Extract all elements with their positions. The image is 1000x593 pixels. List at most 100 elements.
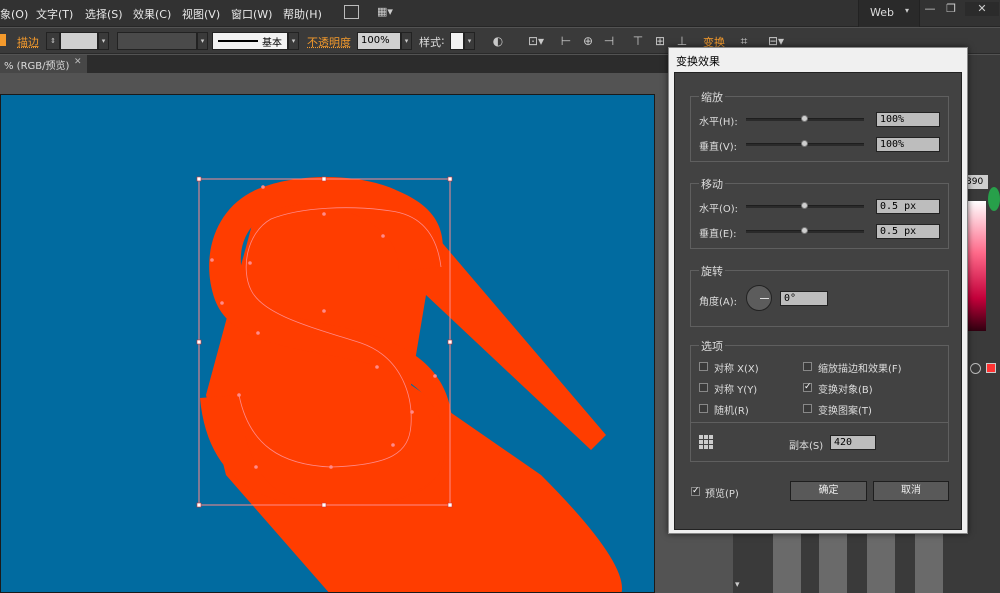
panel-shape [867, 534, 895, 593]
panel-circle-icon[interactable] [970, 363, 981, 374]
menu-bar: 象(O) 文字(T) 选择(S) 效果(C) 视图(V) 窗口(W) 帮助(H)… [0, 0, 1000, 27]
document-tab-bar [0, 55, 670, 73]
opacity-label[interactable]: 不透明度 [307, 34, 351, 50]
workspace-switcher[interactable]: Web ▾ [858, 0, 920, 27]
scale-horizontal-label: 水平(H): [699, 117, 738, 128]
reflect-y-label: 对称 Y(Y) [714, 385, 758, 396]
stroke-label[interactable]: 描边 [17, 34, 39, 50]
copies-label: 副本(S) [789, 441, 824, 452]
brush-profile-label: 基本 [262, 38, 282, 49]
transform-patterns-checkbox[interactable] [803, 404, 812, 413]
move-vertical-label: 垂直(E): [699, 229, 737, 240]
menu-view[interactable]: 视图(V) [182, 6, 220, 22]
minimize-button[interactable]: — [920, 2, 940, 16]
arrange-documents-icon[interactable]: ▦▾ [377, 5, 399, 19]
menu-help[interactable]: 帮助(H) [283, 6, 322, 22]
options-title: 选项 [699, 338, 725, 354]
color-spectrum[interactable] [966, 201, 986, 331]
opacity-field[interactable]: 100% [357, 32, 401, 50]
angle-label: 角度(A): [699, 297, 738, 308]
copies-field[interactable]: 420 [830, 435, 876, 450]
color-indicator [988, 187, 1000, 211]
scale-vertical-label: 垂直(V): [699, 142, 738, 153]
scale-horizontal-thumb[interactable] [801, 115, 808, 122]
none-swatch-icon[interactable] [986, 363, 996, 373]
close-window-button[interactable]: ✕ [965, 2, 999, 16]
artboard[interactable] [0, 94, 655, 593]
dialog-body: 缩放 水平(H): 100% 垂直(V): 100% 移动 水平(O): 0.5… [674, 72, 962, 530]
scale-group: 缩放 水平(H): 100% 垂直(V): 100% [690, 89, 949, 162]
brush-definition-field[interactable]: 基本 [212, 32, 288, 50]
reflect-y-checkbox[interactable] [699, 383, 708, 392]
align-vertical-center-icon[interactable]: ⊞ [652, 33, 668, 49]
rotate-title: 旋转 [699, 263, 725, 279]
brush-stroke-preview [218, 40, 258, 42]
recolor-artwork-icon[interactable]: ◐ [490, 33, 506, 49]
transform-objects-label: 变换对象(B) [818, 385, 873, 396]
reflect-x-label: 对称 X(X) [714, 364, 759, 375]
variable-width-profile[interactable] [117, 32, 197, 50]
graphic-style-swatch[interactable] [450, 32, 464, 50]
variable-width-dropdown[interactable]: ▾ [197, 32, 208, 50]
lower-panel: ▾ [733, 534, 964, 593]
random-checkbox[interactable] [699, 404, 708, 413]
stroke-weight-dropdown[interactable]: ▾ [98, 32, 109, 50]
scale-horizontal-field[interactable]: 100% [876, 112, 940, 127]
reflect-x-checkbox[interactable] [699, 362, 708, 371]
right-panel: 390 [964, 55, 1000, 593]
panel-shape [915, 534, 943, 593]
scale-strokes-checkbox[interactable] [803, 362, 812, 371]
scale-vertical-thumb[interactable] [801, 140, 808, 147]
style-label: 样式 [419, 36, 441, 49]
reference-point-locator[interactable] [699, 435, 713, 449]
fill-swatch[interactable] [0, 34, 6, 46]
options-group: 选项 对称 X(X) 缩放描边和效果(F) 对称 Y(Y) ✓ 变换对象(B) … [690, 338, 949, 462]
menu-type[interactable]: 文字(T) [36, 6, 73, 22]
transform-effect-dialog: 变换效果 缩放 水平(H): 100% 垂直(V): 100% 移动 水平(O)… [668, 47, 968, 534]
restore-button[interactable]: ❐ [941, 2, 961, 16]
move-horizontal-label: 水平(O): [699, 204, 739, 215]
menu-window[interactable]: 窗口(W) [231, 6, 272, 22]
angle-field[interactable]: 0° [780, 291, 828, 306]
opacity-dropdown[interactable]: ▾ [401, 32, 412, 50]
panel-shape [819, 534, 847, 593]
ok-button[interactable]: 确定 [790, 481, 867, 501]
move-group: 移动 水平(O): 0.5 px 垂直(E): 0.5 px [690, 176, 949, 249]
align-horizontal-center-icon[interactable]: ⊕ [580, 33, 596, 49]
artwork-svg [196, 176, 622, 592]
stroke-weight-field[interactable] [60, 32, 98, 50]
angle-dial[interactable] [746, 285, 772, 311]
cancel-button[interactable]: 取消 [873, 481, 949, 501]
align-to-icon[interactable]: ⊡▾ [525, 33, 547, 49]
align-left-icon[interactable]: ⊢ [558, 33, 574, 49]
graphic-style-dropdown[interactable]: ▾ [464, 32, 475, 50]
move-horizontal-field[interactable]: 0.5 px [876, 199, 940, 214]
close-tab-icon[interactable]: ✕ [74, 57, 82, 67]
panel-shape [773, 534, 801, 593]
move-vertical-thumb[interactable] [801, 227, 808, 234]
move-horizontal-thumb[interactable] [801, 202, 808, 209]
rotate-group: 旋转 角度(A): 0° [690, 263, 949, 327]
chevron-down-icon: ▾ [905, 6, 910, 15]
random-label: 随机(R) [714, 406, 749, 417]
transform-patterns-label: 变换图案(T) [818, 406, 872, 417]
move-vertical-field[interactable]: 0.5 px [876, 224, 940, 239]
brush-dropdown[interactable]: ▾ [288, 32, 299, 50]
options-divider [691, 422, 948, 423]
scroll-down-icon[interactable]: ▾ [735, 580, 745, 592]
bridge-icon[interactable] [344, 5, 359, 19]
scale-strokes-label: 缩放描边和效果(F) [818, 364, 902, 375]
preview-label: 预览(P) [705, 489, 739, 500]
preview-checkbox[interactable]: ✓ [691, 487, 700, 496]
stroke-weight-stepper[interactable]: ⇕ [46, 32, 60, 50]
scale-vertical-field[interactable]: 100% [876, 137, 940, 152]
align-right-icon[interactable]: ⊣ [601, 33, 617, 49]
transform-objects-checkbox[interactable]: ✓ [803, 383, 812, 392]
move-title: 移动 [699, 176, 725, 192]
align-top-icon[interactable]: ⊤ [630, 33, 646, 49]
menu-object[interactable]: 象(O) [0, 6, 28, 22]
menu-effect[interactable]: 效果(C) [133, 6, 171, 22]
document-tab[interactable]: % (RGB/预览) ✕ [0, 55, 87, 73]
menu-select[interactable]: 选择(S) [85, 6, 123, 22]
scale-title: 缩放 [699, 89, 725, 105]
